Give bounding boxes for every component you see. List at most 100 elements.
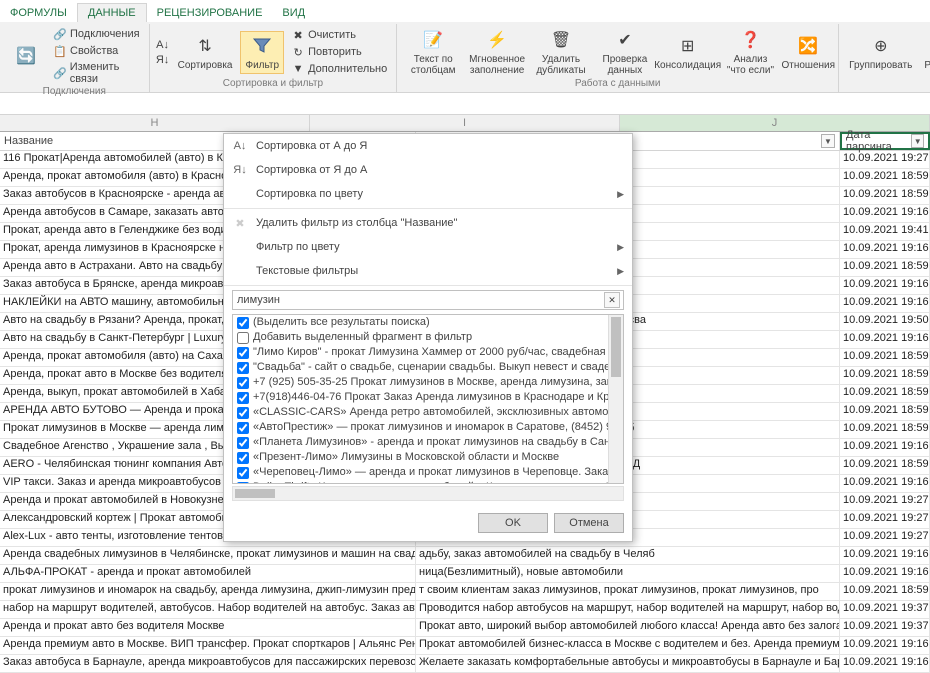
cell[interactable]: 10.09.2021 19:16:39 xyxy=(840,277,930,294)
cell[interactable]: 10.09.2021 19:16:40 xyxy=(840,295,930,312)
filter-checkbox[interactable] xyxy=(237,422,249,434)
cell[interactable]: 10.09.2021 18:59:13 xyxy=(840,367,930,384)
cell[interactable]: 10.09.2021 18:59:13 xyxy=(840,385,930,402)
relationships-button[interactable]: 🔀Отношения xyxy=(784,32,832,73)
filter-dropdown-icon[interactable]: ▼ xyxy=(911,134,924,148)
cell[interactable]: 10.09.2021 18:59:15 xyxy=(840,421,930,438)
filter-checkbox[interactable] xyxy=(237,482,249,484)
cell[interactable]: 10.09.2021 19:16:39 xyxy=(840,241,930,258)
cell[interactable]: 10.09.2021 18:59:18 xyxy=(840,457,930,474)
cell[interactable]: 10.09.2021 19:37:15 xyxy=(840,619,930,636)
cell[interactable]: Заказ автобуса в Барнауле, аренда микроа… xyxy=(0,655,416,672)
filter-checkbox[interactable] xyxy=(237,377,249,389)
filter-checkbox[interactable] xyxy=(237,362,249,374)
cell[interactable]: Аренда свадебных лимузинов в Челябинске,… xyxy=(0,547,416,564)
properties-button[interactable]: 📋Свойства xyxy=(50,43,143,59)
filter-value-item[interactable]: "Свадьба" - сайт о свадьбе, сценарии сва… xyxy=(233,360,623,375)
filter-checkbox[interactable] xyxy=(237,452,249,464)
filter-checkbox[interactable] xyxy=(237,437,249,449)
sort-button[interactable]: ⇅Сортировка xyxy=(174,32,237,73)
filter-value-item[interactable]: «Череповец-Лимо» — аренда и прокат лимуз… xyxy=(233,465,623,480)
cell[interactable]: 10.09.2021 19:37:15 xyxy=(840,601,930,618)
filter-value-item[interactable]: «Планета Лимузинов» - аренда и прокат ли… xyxy=(233,435,623,450)
cell[interactable]: 10.09.2021 19:16:41 xyxy=(840,331,930,348)
filter-dropdown-icon[interactable]: ▼ xyxy=(821,134,835,148)
flash-fill-button[interactable]: ⚡Мгновенное заполнение xyxy=(467,26,527,78)
connections-button[interactable]: 🔗Подключения xyxy=(50,26,143,42)
table-row[interactable]: АЛЬФА-ПРОКАТ - аренда и прокат автомобил… xyxy=(0,565,930,583)
tab-view[interactable]: ВИД xyxy=(272,4,315,22)
clear-filter-button[interactable]: ✖Очистить xyxy=(288,27,390,43)
table-row[interactable]: Аренда премиум авто в Москве. ВИП трансф… xyxy=(0,637,930,655)
ok-button[interactable]: OK xyxy=(478,513,548,533)
cell[interactable]: ница(Безлимитный), новые автомобили xyxy=(416,565,840,582)
cell[interactable]: 10.09.2021 19:16:38 xyxy=(840,205,930,222)
filter-button[interactable]: Фильтр xyxy=(240,31,284,74)
filter-value-item[interactable]: «CLASSIC-CARS» Аренда ретро автомобилей,… xyxy=(233,405,623,420)
sort-az-icon[interactable]: A↓ xyxy=(156,38,170,52)
refresh-all-button[interactable]: 🔄 xyxy=(6,42,46,70)
table-row[interactable]: Аренда и прокат авто без водителя Москве… xyxy=(0,619,930,637)
cancel-button[interactable]: Отмена xyxy=(554,513,624,533)
filter-value-item[interactable]: +7(918)446-04-76 Прокат Заказ Аренда лим… xyxy=(233,390,623,405)
filter-checkbox[interactable] xyxy=(237,317,249,329)
cell[interactable]: прокат лимузинов и иномарок на свадьбу, … xyxy=(0,583,416,600)
cell[interactable]: 10.09.2021 19:50:06 xyxy=(840,313,930,330)
tab-data[interactable]: ДАННЫЕ xyxy=(77,3,147,22)
cell[interactable]: набор на маршрут водителей, автобусов. Н… xyxy=(0,601,416,618)
filter-checkbox[interactable] xyxy=(237,467,249,479)
table-row[interactable]: Заказ автобуса в Барнауле, аренда микроа… xyxy=(0,655,930,673)
cell[interactable]: 10.09.2021 18:59:07 xyxy=(840,187,930,204)
table-row[interactable]: набор на маршрут водителей, автобусов. Н… xyxy=(0,601,930,619)
tab-review[interactable]: РЕЦЕНЗИРОВАНИЕ xyxy=(147,4,273,22)
filter-value-item[interactable]: Добавить выделенный фрагмент в фильтр xyxy=(233,330,623,345)
consolidate-button[interactable]: ⊞Консолидация xyxy=(659,32,717,73)
cell[interactable]: Прокат авто, широкий выбор автомобилей л… xyxy=(416,619,840,636)
cell[interactable]: 10.09.2021 19:27:06 xyxy=(840,529,930,546)
filter-value-item[interactable]: +7 (925) 505-35-25 Прокат лимузинов в Мо… xyxy=(233,375,623,390)
col-i-header[interactable]: I xyxy=(310,115,620,131)
edit-links-button[interactable]: 🔗Изменить связи xyxy=(50,60,143,86)
data-validation-button[interactable]: ✔Проверка данных xyxy=(595,26,655,78)
cell[interactable]: 10.09.2021 18:59:14 xyxy=(840,403,930,420)
advanced-filter-button[interactable]: ▼Дополнительно xyxy=(288,61,390,77)
filter-value-item[interactable]: «АвтоПрестиж» — прокат лимузинов и инома… xyxy=(233,420,623,435)
cell[interactable]: Прокат автомобилей бизнес-класса в Москв… xyxy=(416,637,840,654)
cell[interactable]: 10.09.2021 19:16:47 xyxy=(840,637,930,654)
filter-checkbox[interactable] xyxy=(237,347,249,359)
text-filters-item[interactable]: Текстовые фильтры▶ xyxy=(224,259,632,283)
cell[interactable]: Желаете заказать комфортабельные автобус… xyxy=(416,655,840,672)
filter-value-item[interactable]: "Лимо Киров" - прокат Лимузина Хаммер от… xyxy=(233,345,623,360)
cell[interactable]: т своим клиентам заказ лимузинов, прокат… xyxy=(416,583,840,600)
filter-checkbox[interactable] xyxy=(237,407,249,419)
cell[interactable]: 10.09.2021 19:27:02 xyxy=(840,151,930,168)
ungroup-button[interactable]: ⊖Разгруппировать xyxy=(920,32,930,73)
scrollbar-horizontal[interactable] xyxy=(232,486,624,501)
whatif-button[interactable]: ❓Анализ "что если" xyxy=(721,26,781,78)
cell[interactable]: 10.09.2021 19:16:44 xyxy=(840,439,930,456)
cell[interactable]: 10.09.2021 18:59:07 xyxy=(840,169,930,186)
scrollbar-vertical[interactable] xyxy=(608,315,623,483)
cell[interactable]: 10.09.2021 19:27:06 xyxy=(840,511,930,528)
filter-checkbox[interactable] xyxy=(237,332,249,344)
cell[interactable]: адьбу, заказ автомобилей на свадьбу в Че… xyxy=(416,547,840,564)
text-to-columns-button[interactable]: 📝Текст по столбцам xyxy=(403,26,463,78)
cell[interactable]: 10.09.2021 18:59:10 xyxy=(840,259,930,276)
clear-search-icon[interactable]: ✕ xyxy=(604,292,620,308)
filter-values-list[interactable]: (Выделить все результаты поиска)Добавить… xyxy=(232,314,624,484)
filter-value-item[interactable]: (Выделить все результаты поиска) xyxy=(233,315,623,330)
sort-by-color-item[interactable]: Сортировка по цвету▶ xyxy=(224,182,632,206)
filter-value-item[interactable]: Dollar Thrifty Kazan — аренда автомобиле… xyxy=(233,480,623,484)
table-row[interactable]: Аренда свадебных лимузинов в Челябинске,… xyxy=(0,547,930,565)
cell[interactable]: 10.09.2021 18:59:12 xyxy=(840,349,930,366)
sort-za-icon[interactable]: Я↓ xyxy=(156,53,170,67)
filter-checkbox[interactable] xyxy=(237,392,249,404)
group-button[interactable]: ⊕Группировать xyxy=(845,32,916,73)
cell[interactable]: 10.09.2021 19:41:39 xyxy=(840,223,930,240)
cell[interactable]: 10.09.2021 18:59:23 xyxy=(840,583,930,600)
cell[interactable]: 10.09.2021 19:16:46 xyxy=(840,565,930,582)
sort-za-item[interactable]: Я↓Сортировка от Я до А xyxy=(224,158,632,182)
cell[interactable]: Проводится набор автобусов на маршрут, н… xyxy=(416,601,840,618)
header-cell-date[interactable]: Дата парсинга▼ xyxy=(840,132,930,150)
remove-duplicates-button[interactable]: 🗑Удалить дубликаты xyxy=(531,26,591,78)
